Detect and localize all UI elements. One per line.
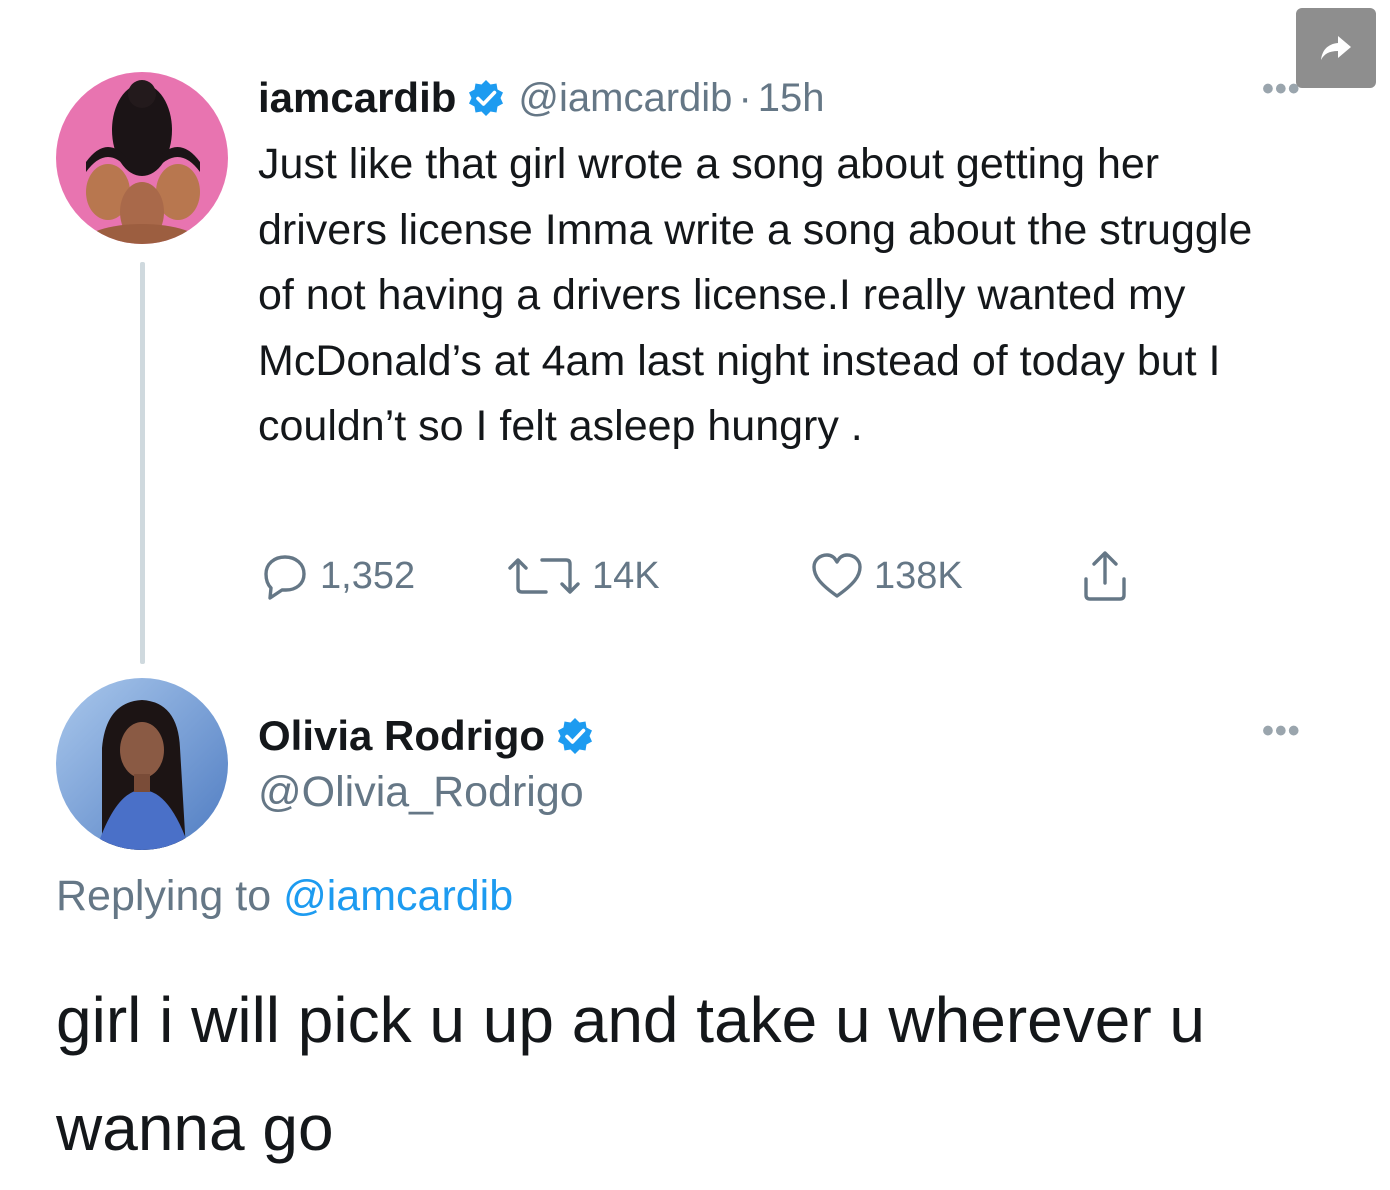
like-button[interactable]: 138K <box>810 546 963 606</box>
verified-badge-icon <box>555 716 595 756</box>
tweet1-more-icon[interactable]: ••• <box>1262 70 1301 109</box>
heart-icon <box>812 553 862 598</box>
tweet1-handle[interactable]: @iamcardib <box>518 76 732 121</box>
tweet1-display-name[interactable]: iamcardib <box>258 74 456 122</box>
retweet-icon <box>508 558 580 594</box>
avatar-iamcardib[interactable] <box>56 72 228 244</box>
tweet1-timestamp[interactable]: 15h <box>758 76 825 121</box>
reply-bubble-icon <box>264 555 306 600</box>
retweet-button[interactable]: 14K <box>506 546 660 606</box>
verified-badge-icon <box>466 78 506 118</box>
share-tweet-button[interactable] <box>1078 546 1142 606</box>
tweet2-text: girl i will pick u up and take u whereve… <box>56 984 1205 1164</box>
retweet-count: 14K <box>592 554 660 597</box>
share-forward-button[interactable] <box>1296 8 1376 88</box>
tweet1-header: iamcardib @iamcardib · 15h <box>258 68 825 128</box>
tweet1-text: Just like that girl wrote a song about g… <box>258 140 1253 450</box>
avatar-olivia-rodrigo[interactable] <box>56 678 228 850</box>
thread-connector-line <box>140 262 145 664</box>
tweet2-more-icon[interactable]: ••• <box>1262 712 1301 751</box>
tweet1-action-bar: 1,352 14K 138K <box>258 546 1158 606</box>
replying-to-link[interactable]: @iamcardib <box>283 872 513 920</box>
forward-arrow-icon <box>1321 36 1351 60</box>
share-upload-icon <box>1084 551 1126 601</box>
replying-prefix: Replying to <box>56 872 272 920</box>
tweet2-handle[interactable]: @Olivia_Rodrigo <box>258 768 584 817</box>
tweet1-separator: · <box>738 75 752 120</box>
reply-button[interactable]: 1,352 <box>258 546 415 606</box>
tweet2-header: Olivia Rodrigo <box>258 706 595 766</box>
reply-count: 1,352 <box>320 554 416 597</box>
like-count: 138K <box>874 554 963 597</box>
replying-to-line: Replying to @iamcardib <box>56 872 513 921</box>
tweet2-display-name[interactable]: Olivia Rodrigo <box>258 712 545 760</box>
